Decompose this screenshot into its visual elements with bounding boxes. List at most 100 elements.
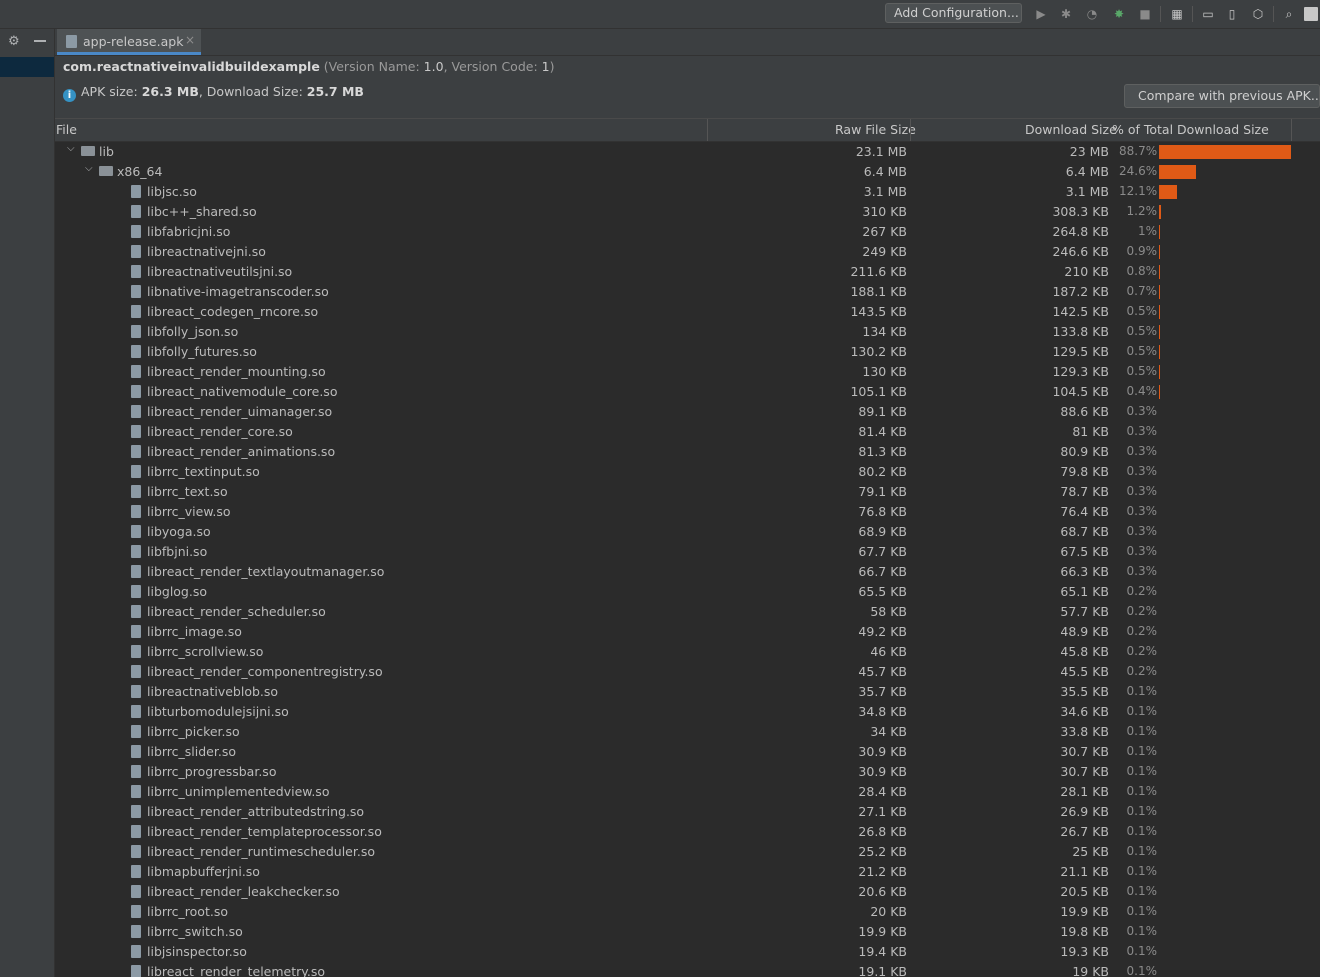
device-manager-icon[interactable]: ▯: [1224, 6, 1240, 22]
row-raw-size: 19.4 KB: [858, 944, 907, 959]
table-row[interactable]: librrc_text.so 79.1 KB 78.7 KB 0.3%: [55, 482, 1320, 502]
table-row[interactable]: ⌵ x86_64 6.4 MB 6.4 MB 24.6%: [55, 162, 1320, 182]
table-row[interactable]: librrc_textinput.so 80.2 KB 79.8 KB 0.3%: [55, 462, 1320, 482]
table-row[interactable]: libmapbufferjni.so 21.2 KB 21.1 KB 0.1%: [55, 862, 1320, 882]
table-row[interactable]: libreact_render_componentregistry.so 45.7…: [55, 662, 1320, 682]
column-separator[interactable]: [910, 119, 911, 141]
row-download-size: 30.7 KB: [1060, 764, 1109, 779]
table-row[interactable]: librrc_view.so 76.8 KB 76.4 KB 0.3%: [55, 502, 1320, 522]
row-raw-size: 19.9 KB: [858, 924, 907, 939]
stop-icon[interactable]: ■: [1137, 6, 1153, 22]
terminal-icon[interactable]: ▭: [1200, 6, 1216, 22]
table-row[interactable]: libreact_render_attributedstring.so 27.1 …: [55, 802, 1320, 822]
table-row[interactable]: librrc_image.so 49.2 KB 48.9 KB 0.2%: [55, 622, 1320, 642]
row-raw-size: 66.7 KB: [858, 564, 907, 579]
table-row[interactable]: libnative-imagetranscoder.so 188.1 KB 187.…: [55, 282, 1320, 302]
tab-label: app-release.apk: [83, 34, 184, 49]
avatar-icon[interactable]: [1304, 7, 1318, 21]
row-raw-size: 130 KB: [862, 364, 907, 379]
table-row[interactable]: libc++_shared.so 310 KB 308.3 KB 1.2%: [55, 202, 1320, 222]
chevron-down-icon[interactable]: ⌵: [85, 163, 93, 174]
column-header-download-size[interactable]: Download Size: [1025, 122, 1117, 137]
debug-icon[interactable]: ✱: [1058, 6, 1074, 22]
row-percent: 0.1%: [1126, 904, 1158, 918]
row-percent: 0.3%: [1126, 524, 1158, 538]
coverage-icon[interactable]: ◔: [1084, 6, 1100, 22]
row-percent: 0.8%: [1126, 264, 1158, 278]
table-row[interactable]: libfolly_json.so 134 KB 133.8 KB 0.5%: [55, 322, 1320, 342]
table-row[interactable]: libjsinspector.so 19.4 KB 19.3 KB 0.1%: [55, 942, 1320, 962]
table-row[interactable]: libfbjni.so 67.7 KB 67.5 KB 0.3%: [55, 542, 1320, 562]
compare-with-previous-apk-button[interactable]: Compare with previous APK...: [1124, 84, 1320, 108]
toolbar-separator: [1160, 6, 1161, 22]
table-row[interactable]: libglog.so 65.5 KB 65.1 KB 0.2%: [55, 582, 1320, 602]
native-library-icon: [131, 645, 141, 658]
table-row[interactable]: libreact_render_core.so 81.4 KB 81 KB 0.3%: [55, 422, 1320, 442]
table-row[interactable]: libreact_render_uimanager.so 89.1 KB 88.6 …: [55, 402, 1320, 422]
table-row[interactable]: libreact_render_leakchecker.so 20.6 KB 20.…: [55, 882, 1320, 902]
row-file-name: librrc_view.so: [147, 504, 231, 519]
table-row[interactable]: librrc_scrollview.so 46 KB 45.8 KB 0.2%: [55, 642, 1320, 662]
add-configuration-button[interactable]: Add Configuration...: [885, 3, 1022, 23]
column-separator[interactable]: [1291, 119, 1292, 141]
sdk-manager-icon[interactable]: ⬡: [1250, 6, 1266, 22]
table-row[interactable]: libfabricjni.so 267 KB 264.8 KB 1%: [55, 222, 1320, 242]
table-row[interactable]: librrc_slider.so 30.9 KB 30.7 KB 0.1%: [55, 742, 1320, 762]
table-row[interactable]: librrc_root.so 20 KB 19.9 KB 0.1%: [55, 902, 1320, 922]
table-row[interactable]: librrc_picker.so 34 KB 33.8 KB 0.1%: [55, 722, 1320, 742]
table-row[interactable]: libfolly_futures.so 130.2 KB 129.5 KB 0.5%: [55, 342, 1320, 362]
column-header-file[interactable]: File: [56, 122, 77, 137]
info-icon: i: [63, 89, 76, 102]
row-percent: 1.2%: [1126, 204, 1158, 218]
table-row[interactable]: libreact_render_runtimescheduler.so 25.2 …: [55, 842, 1320, 862]
profile-icon[interactable]: ✸: [1111, 6, 1127, 22]
row-download-size: 129.5 KB: [1052, 344, 1109, 359]
row-percent: 0.4%: [1126, 384, 1158, 398]
row-raw-size: 105.1 KB: [850, 384, 907, 399]
table-row[interactable]: libreactnativejni.so 249 KB 246.6 KB 0.9%: [55, 242, 1320, 262]
tab-app-release-apk[interactable]: app-release.apk ×: [57, 29, 201, 55]
table-row[interactable]: librrc_switch.so 19.9 KB 19.8 KB 0.1%: [55, 922, 1320, 942]
search-icon[interactable]: ⌕: [1281, 6, 1297, 22]
table-row[interactable]: libreact_nativemodule_core.so 105.1 KB 104…: [55, 382, 1320, 402]
table-row[interactable]: librrc_progressbar.so 30.9 KB 30.7 KB 0.1%: [55, 762, 1320, 782]
table-row[interactable]: ⌵ lib 23.1 MB 23 MB 88.7%: [55, 142, 1320, 162]
row-percent: 0.2%: [1126, 624, 1158, 638]
gear-icon[interactable]: ⚙: [8, 34, 24, 50]
table-row[interactable]: libreact_render_templateprocessor.so 26.8…: [55, 822, 1320, 842]
close-icon[interactable]: ×: [185, 33, 195, 47]
selected-project-item[interactable]: [0, 57, 54, 77]
native-library-icon: [131, 445, 141, 458]
run-icon[interactable]: ▶: [1033, 6, 1049, 22]
table-row[interactable]: librrc_unimplementedview.so 28.4 KB 28.1 K…: [55, 782, 1320, 802]
row-file-name: libjsinspector.so: [147, 944, 247, 959]
native-library-icon: [131, 825, 141, 838]
row-file-name: libreact_render_leakchecker.so: [147, 884, 340, 899]
row-percent-bar: [1159, 265, 1160, 279]
table-row[interactable]: libjsc.so 3.1 MB 3.1 MB 12.1%: [55, 182, 1320, 202]
minimize-icon[interactable]: [34, 40, 46, 42]
row-file-name: libreact_render_runtimescheduler.so: [147, 844, 375, 859]
table-row[interactable]: libturbomodulejsijni.so 34.8 KB 34.6 KB 0.1…: [55, 702, 1320, 722]
table-row[interactable]: libyoga.so 68.9 KB 68.7 KB 0.3%: [55, 522, 1320, 542]
table-row[interactable]: libreact_codegen_rncore.so 143.5 KB 142.5 …: [55, 302, 1320, 322]
row-file-name: librrc_unimplementedview.so: [147, 784, 330, 799]
row-file-name: librrc_image.so: [147, 624, 242, 639]
chevron-down-icon[interactable]: ⌵: [67, 143, 75, 154]
row-percent-bar: [1159, 165, 1196, 179]
table-row[interactable]: libreact_render_animations.so 81.3 KB 80.9…: [55, 442, 1320, 462]
row-percent: 0.3%: [1126, 544, 1158, 558]
table-row[interactable]: libreact_render_telemetry.so 19.1 KB 19 KB…: [55, 962, 1320, 977]
table-row[interactable]: libreact_render_mounting.so 130 KB 129.3 K…: [55, 362, 1320, 382]
table-row[interactable]: libreact_render_textlayoutmanager.so 66.7…: [55, 562, 1320, 582]
column-header-raw-size[interactable]: Raw File Size: [835, 122, 916, 137]
column-header-percent[interactable]: % of Total Download Size: [1112, 122, 1269, 137]
column-separator[interactable]: [707, 119, 708, 141]
row-raw-size: 34.8 KB: [858, 704, 907, 719]
table-row[interactable]: libreact_render_scheduler.so 58 KB 57.7 KB…: [55, 602, 1320, 622]
row-percent: 0.1%: [1126, 824, 1158, 838]
table-row[interactable]: libreactnativeblob.so 35.7 KB 35.5 KB 0.1%: [55, 682, 1320, 702]
native-library-icon: [131, 965, 141, 977]
table-row[interactable]: libreactnativeutilsjni.so 211.6 KB 210 KB 0…: [55, 262, 1320, 282]
project-structure-icon[interactable]: ▦: [1169, 6, 1185, 22]
